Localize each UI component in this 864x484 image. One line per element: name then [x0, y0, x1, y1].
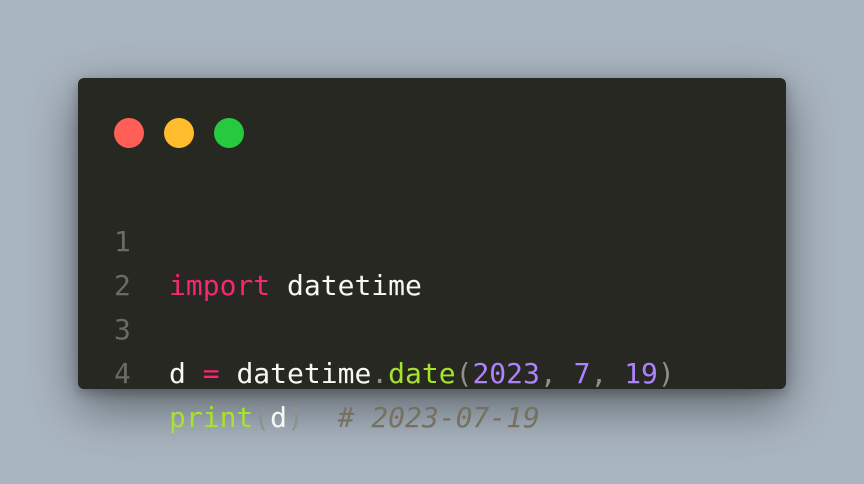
- code-window: 1 import datetime 2 3 d = datetime.date(…: [78, 78, 786, 434]
- method-name: date: [388, 357, 456, 390]
- argument-name: d: [270, 401, 288, 434]
- month-literal: 7: [573, 357, 591, 390]
- close-paren: ): [657, 357, 675, 390]
- minimize-dot-icon[interactable]: [164, 118, 194, 148]
- comma-punctuation: ,: [539, 357, 557, 390]
- code-line-4: 4 print(d) # 2023-07-19: [78, 308, 540, 434]
- object-name: datetime: [236, 357, 372, 390]
- line-number: 4: [114, 357, 131, 390]
- code-line-2: 2: [78, 220, 179, 302]
- print-function: print: [169, 401, 254, 434]
- open-paren: (: [455, 357, 473, 390]
- open-paren: (: [253, 401, 271, 434]
- line-source: print(d) # 2023-07-19: [169, 396, 540, 440]
- year-literal: 2023: [472, 357, 540, 390]
- close-paren: ): [287, 401, 304, 434]
- day-literal: 19: [624, 357, 658, 390]
- assign-operator: =: [202, 357, 220, 390]
- maximize-dot-icon[interactable]: [214, 118, 244, 148]
- code-line-3: 3 d = datetime.date(2023, 7, 19): [78, 264, 675, 390]
- line-source: d = datetime.date(2023, 7, 19): [169, 352, 675, 396]
- comma-punctuation: ,: [590, 357, 608, 390]
- line-source: import datetime: [169, 264, 422, 308]
- module-name: datetime: [287, 269, 422, 302]
- import-keyword: import: [169, 269, 271, 302]
- close-dot-icon[interactable]: [114, 118, 144, 148]
- code-line-1: 1 import datetime: [78, 176, 422, 302]
- code-comment: # 2023-07-19: [337, 401, 540, 434]
- dot-punctuation: .: [371, 357, 389, 390]
